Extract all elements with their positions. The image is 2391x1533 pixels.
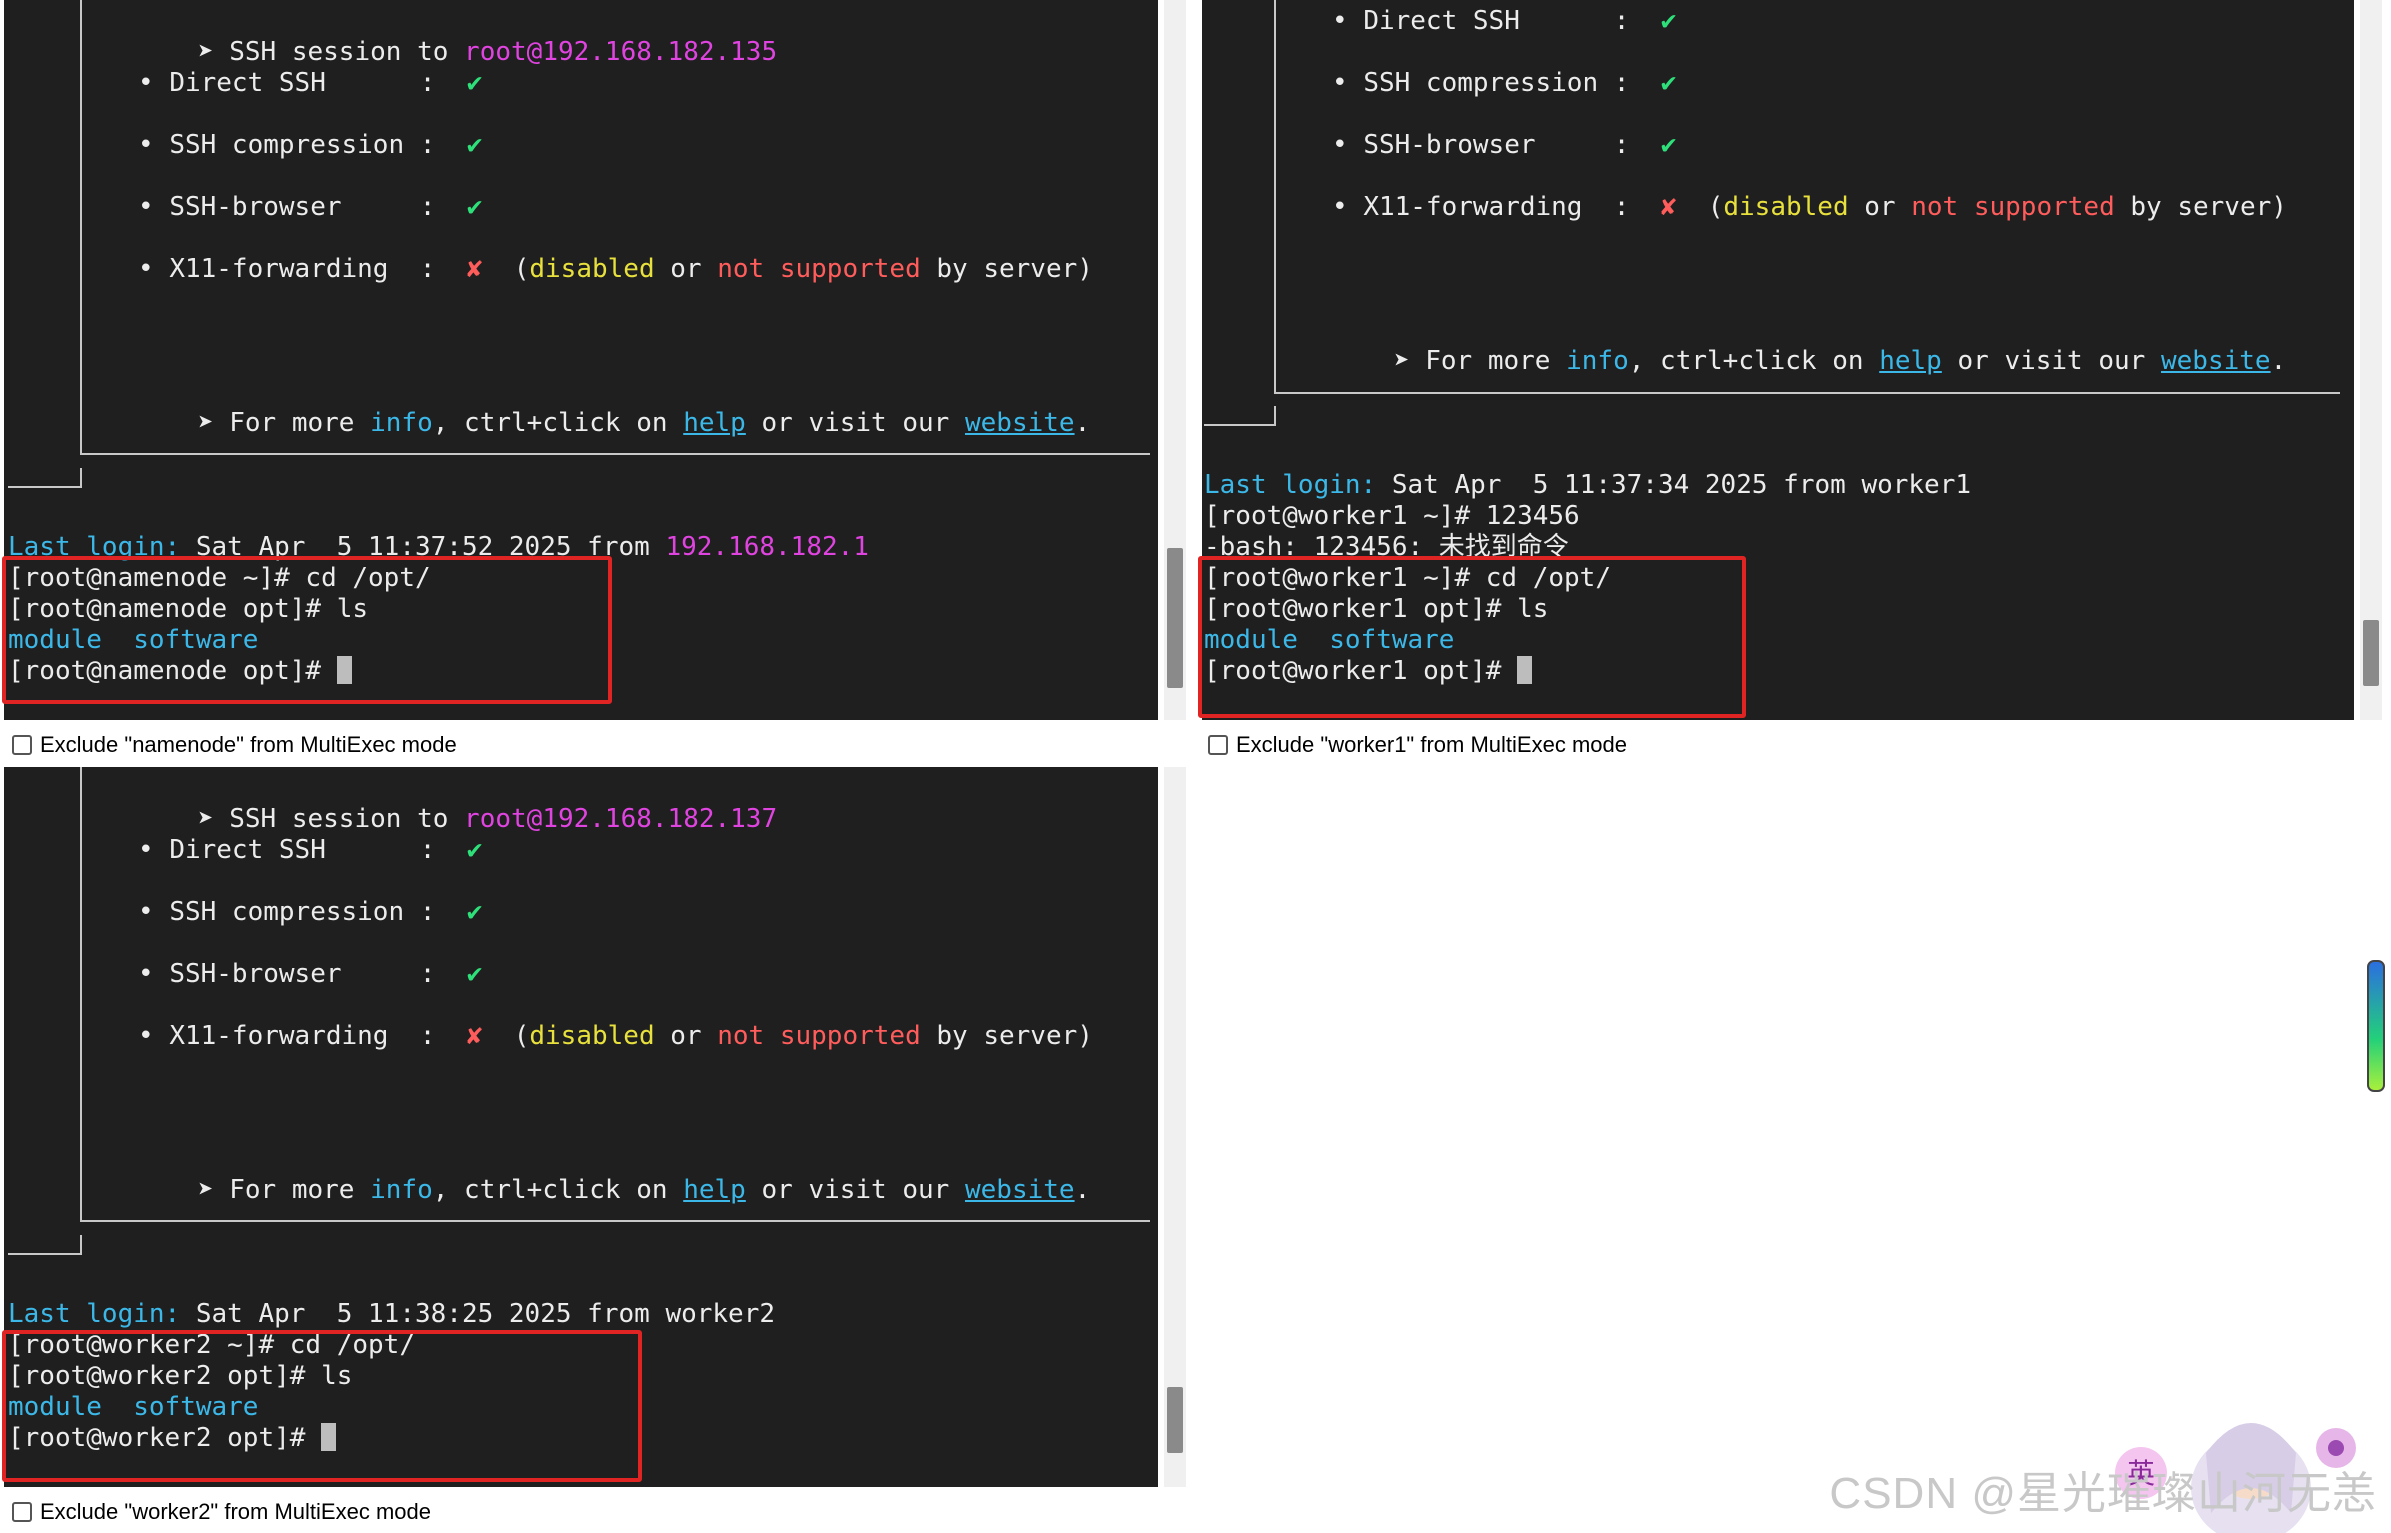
check-icon: ✔ — [1660, 6, 1677, 36]
ls-output: module software — [8, 625, 259, 655]
scrollbar[interactable] — [1164, 0, 1186, 720]
command-line: [root@namenode ~]# cd /opt/ — [8, 563, 431, 593]
help-link[interactable]: help — [1879, 346, 1942, 376]
feature-row: • Direct SSH : ✔ — [138, 68, 483, 98]
feature-row: • SSH compression : ✔ — [138, 897, 483, 927]
more-info-line: ➤ For more info, ctrl+click on help or v… — [197, 408, 1091, 438]
terminal-cursor — [321, 1423, 337, 1451]
feature-row: • Direct SSH : ✔ — [138, 835, 483, 865]
frame-bottom-line — [80, 1220, 1150, 1222]
session-target: root@192.168.182.135 — [464, 37, 778, 67]
session-target: root@192.168.182.137 — [464, 804, 778, 834]
feature-row: • SSH-browser : ✔ — [1332, 130, 1677, 160]
command-line: [root@namenode opt]# ls — [8, 594, 369, 624]
help-link[interactable]: help — [683, 408, 746, 438]
exclude-namenode-checkbox-row[interactable]: Exclude "namenode" from MultiExec mode — [12, 732, 457, 758]
exclude-label: Exclude "worker2" from MultiExec mode — [40, 1499, 431, 1524]
cross-icon: ✘ — [1660, 192, 1677, 222]
exclude-label: Exclude "worker1" from MultiExec mode — [1236, 732, 1627, 757]
check-icon: ✔ — [1660, 130, 1677, 160]
cross-icon: ✘ — [466, 1021, 483, 1051]
check-icon: ✔ — [466, 130, 483, 160]
frame-corner-tick — [80, 1235, 82, 1255]
session-line: ➤ SSH session to root@192.168.182.137 — [197, 804, 778, 834]
ls-output: module software — [8, 1392, 259, 1422]
help-link[interactable]: help — [683, 1175, 746, 1205]
frame-corner-line — [8, 486, 82, 488]
exclude-checkbox[interactable] — [12, 1502, 32, 1522]
prompt-line[interactable]: [root@worker1 opt]# — [1204, 656, 1533, 687]
prompt-line[interactable]: [root@namenode opt]# — [8, 656, 352, 687]
frame-corner-line — [8, 1253, 82, 1255]
website-link[interactable]: website — [965, 1175, 1075, 1205]
terminal-cursor — [336, 656, 352, 684]
exclude-label: Exclude "namenode" from MultiExec mode — [40, 732, 457, 757]
feature-row: • X11-forwarding : ✘ (disabled or not su… — [138, 254, 1093, 284]
last-login-line: Last login: Sat Apr 5 11:37:52 2025 from… — [8, 532, 869, 562]
exclude-checkbox[interactable] — [1208, 735, 1228, 755]
exclude-checkbox[interactable] — [12, 735, 32, 755]
scrollbar[interactable] — [1164, 767, 1186, 1487]
check-icon: ✔ — [466, 897, 483, 927]
frame-left-line — [80, 767, 82, 1220]
feature-row: • SSH-browser : ✔ — [138, 959, 483, 989]
pane-namenode: ➤ SSH session to root@192.168.182.135 • … — [0, 0, 1190, 762]
command-line: [root@worker1 opt]# ls — [1204, 594, 1549, 624]
frame-bottom-line — [80, 453, 1150, 455]
error-line: -bash: 123456: 未找到命令 — [1204, 532, 1569, 562]
check-icon: ✔ — [466, 68, 483, 98]
check-icon: ✔ — [466, 835, 483, 865]
scrollbar-thumb[interactable] — [1167, 548, 1183, 688]
scrollbar[interactable] — [2360, 0, 2382, 720]
command-line: [root@worker2 ~]# cd /opt/ — [8, 1330, 415, 1360]
feature-row: • SSH compression : ✔ — [138, 130, 483, 160]
terminal-worker2[interactable]: ➤ SSH session to root@192.168.182.137 • … — [4, 767, 1158, 1487]
command-line: [root@worker1 ~]# 123456 — [1204, 501, 1580, 531]
prompt-line[interactable]: [root@worker2 opt]# — [8, 1423, 337, 1454]
feature-row: • SSH-browser : ✔ — [138, 192, 483, 222]
session-line: ➤ SSH session to root@192.168.182.135 — [197, 37, 778, 67]
check-icon: ✔ — [466, 192, 483, 222]
arrow-icon: ➤ — [1393, 346, 1410, 376]
more-info-line: ➤ For more info, ctrl+click on help or v… — [1393, 346, 2287, 376]
exclude-worker2-checkbox-row[interactable]: Exclude "worker2" from MultiExec mode — [12, 1499, 431, 1525]
command-line: [root@worker1 ~]# cd /opt/ — [1204, 563, 1611, 593]
feature-row: • SSH compression : ✔ — [1332, 68, 1677, 98]
website-link[interactable]: website — [2161, 346, 2271, 376]
frame-left-line — [1274, 0, 1276, 392]
pane-worker1: • Direct SSH : ✔ • SSH compression : ✔ •… — [1196, 0, 2391, 762]
last-login-line: Last login: Sat Apr 5 11:37:34 2025 from… — [1204, 470, 1972, 500]
feature-row: • Direct SSH : ✔ — [1332, 6, 1677, 36]
volume-level-bar[interactable] — [2367, 960, 2385, 1092]
website-link[interactable]: website — [965, 408, 1075, 438]
terminal-namenode[interactable]: ➤ SSH session to root@192.168.182.135 • … — [4, 0, 1158, 720]
ls-output: module software — [1204, 625, 1455, 655]
frame-corner-tick — [1274, 406, 1276, 426]
pane-worker2: ➤ SSH session to root@192.168.182.137 • … — [0, 767, 1190, 1533]
arrow-icon: ➤ — [197, 1175, 214, 1205]
frame-bottom-line — [1274, 392, 2340, 394]
csdn-watermark: CSDN @星光璀璨山河无恙 — [1829, 1469, 2377, 1518]
terminal-cursor — [1517, 656, 1533, 684]
scrollbar-thumb[interactable] — [1167, 1387, 1183, 1453]
scrollbar-thumb[interactable] — [2363, 620, 2379, 686]
arrow-icon: ➤ — [197, 804, 214, 834]
more-info-line: ➤ For more info, ctrl+click on help or v… — [197, 1175, 1091, 1205]
feature-row: • X11-forwarding : ✘ (disabled or not su… — [138, 1021, 1093, 1051]
feature-row: • X11-forwarding : ✘ (disabled or not su… — [1332, 192, 2287, 222]
cross-icon: ✘ — [466, 254, 483, 284]
check-icon: ✔ — [466, 959, 483, 989]
frame-corner-line — [1204, 424, 1276, 426]
terminal-worker1[interactable]: • Direct SSH : ✔ • SSH compression : ✔ •… — [1202, 0, 2354, 720]
frame-left-line — [80, 0, 82, 453]
arrow-icon: ➤ — [197, 37, 214, 67]
command-line: [root@worker2 opt]# ls — [8, 1361, 353, 1391]
last-login-line: Last login: Sat Apr 5 11:38:25 2025 from… — [8, 1299, 776, 1329]
arrow-icon: ➤ — [197, 408, 214, 438]
exclude-worker1-checkbox-row[interactable]: Exclude "worker1" from MultiExec mode — [1208, 732, 1627, 758]
frame-corner-tick — [80, 468, 82, 488]
check-icon: ✔ — [1660, 68, 1677, 98]
